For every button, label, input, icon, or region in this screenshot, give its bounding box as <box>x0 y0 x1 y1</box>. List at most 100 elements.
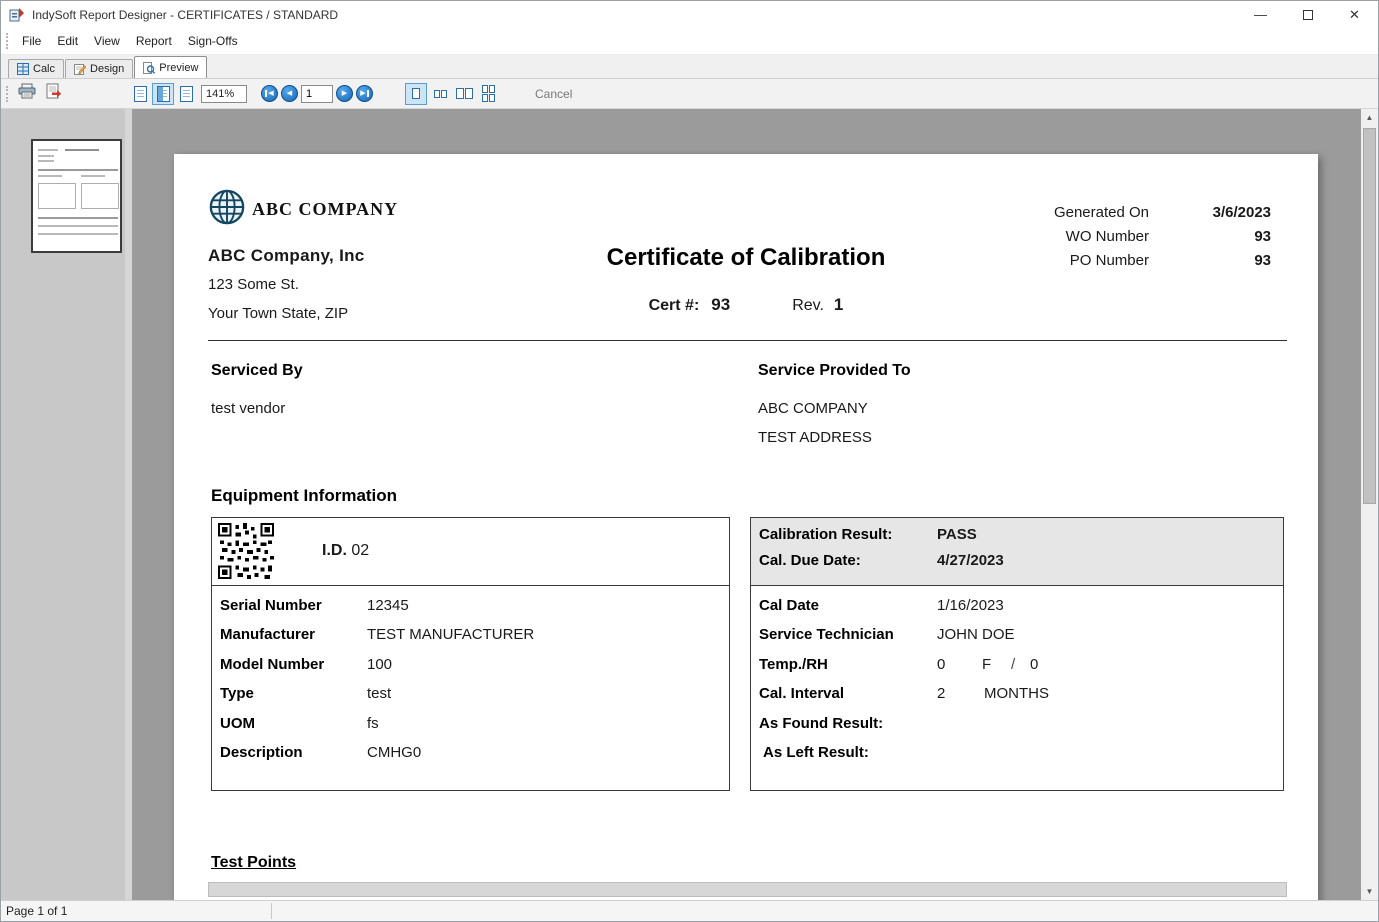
cal-interval-value: 2 <box>937 685 945 702</box>
rev-label: Rev. <box>792 297 824 315</box>
page-nav-group: ◀ ◀ ▶ ▶ <box>261 85 373 103</box>
temp-unit: F <box>982 656 991 673</box>
minimize-icon: — <box>1254 7 1267 22</box>
cal-interval-unit: MONTHS <box>984 685 1049 702</box>
page-layout-group <box>405 83 499 105</box>
menu-edit[interactable]: Edit <box>49 28 86 54</box>
first-page-button[interactable]: ◀ <box>261 85 278 102</box>
report-preview-canvas: ABC COMPANY ABC Company, Inc 123 Some St… <box>132 109 1361 900</box>
preview-magnifier-icon <box>143 62 155 74</box>
toolbar-grip <box>6 86 10 102</box>
cal-date-label: Cal Date <box>759 597 819 614</box>
last-page-button[interactable]: ▶ <box>356 85 373 102</box>
certificate-page: ABC COMPANY ABC Company, Inc 123 Some St… <box>174 154 1318 900</box>
scroll-up-icon: ▲ <box>1366 113 1374 122</box>
first-page-icon <box>265 90 267 97</box>
scroll-down-button[interactable]: ▼ <box>1361 883 1378 900</box>
close-button[interactable]: ✕ <box>1331 1 1378 28</box>
window-controls: — ✕ <box>1237 1 1378 28</box>
generated-on-label: Generated On <box>1054 204 1149 221</box>
menu-report[interactable]: Report <box>128 28 180 54</box>
page-number-input[interactable] <box>301 85 333 103</box>
cert-number-value: 93 <box>711 295 730 315</box>
multi-page-layout-button[interactable] <box>477 83 499 105</box>
tab-preview-label: Preview <box>159 62 198 74</box>
test-points-heading: Test Points <box>211 854 296 872</box>
tab-design[interactable]: Design <box>65 59 133 78</box>
tab-strip: Calc Design Preview <box>1 55 1378 79</box>
vertical-scrollbar[interactable]: ▲ ▼ <box>1361 109 1378 900</box>
calibration-box-header: Calibration Result: PASS Cal. Due Date: … <box>751 518 1283 586</box>
panel-splitter[interactable] <box>125 109 132 900</box>
previous-page-icon: ◀ <box>287 90 292 97</box>
scrollbar-thumb[interactable] <box>1363 128 1376 504</box>
preview-toolbar: 141% ◀ ◀ ▶ ▶ Cancel <box>1 79 1378 109</box>
last-page-icon <box>367 90 369 97</box>
export-button[interactable] <box>40 82 66 106</box>
service-provided-to-line2: TEST ADDRESS <box>758 429 872 446</box>
menu-file[interactable]: File <box>14 28 49 54</box>
table-row: Model Number 100 <box>212 653 729 682</box>
whole-page-icon <box>134 86 147 102</box>
temp-rh-separator: / <box>1011 656 1015 673</box>
cal-due-date-value: 4/27/2023 <box>937 552 1004 569</box>
single-page-layout-button[interactable] <box>405 83 427 105</box>
menu-view[interactable]: View <box>86 28 128 54</box>
header-divider <box>208 340 1287 341</box>
text-width-view-button[interactable] <box>175 83 197 105</box>
equipment-box-header: I.D. 02 <box>212 518 729 586</box>
equipment-rows: Serial Number 12345 Manufacturer TEST MA… <box>212 594 729 770</box>
company-address-line1: 123 Some St. <box>208 276 299 293</box>
as-found-result-label: As Found Result: <box>759 715 883 732</box>
rh-value: 0 <box>1030 656 1038 673</box>
serviced-by-value: test vendor <box>211 400 285 417</box>
table-row: Cal. Interval 2 MONTHS <box>751 682 1283 711</box>
titlebar: IndySoft Report Designer - CERTIFICATES … <box>1 1 1378 28</box>
table-row: Description CMHG0 <box>212 741 729 770</box>
zoom-level-field[interactable]: 141% <box>201 85 247 103</box>
statusbar-separator <box>271 903 272 919</box>
maximize-button[interactable] <box>1284 1 1331 28</box>
previous-page-button[interactable]: ◀ <box>281 85 298 102</box>
whole-page-view-button[interactable] <box>129 83 151 105</box>
minimize-button[interactable]: — <box>1237 1 1284 28</box>
serviced-by-label: Serviced By <box>211 362 303 380</box>
multi-page-icon <box>482 85 495 102</box>
rev-value: 1 <box>834 295 843 315</box>
tab-calc[interactable]: Calc <box>8 59 64 78</box>
print-button[interactable] <box>14 82 40 106</box>
window-title: IndySoft Report Designer - CERTIFICATES … <box>32 8 338 22</box>
menu-sign-offs[interactable]: Sign-Offs <box>180 28 246 54</box>
scroll-up-button[interactable]: ▲ <box>1361 109 1378 126</box>
logo-text: ABC COMPANY <box>252 199 398 220</box>
equipment-id: I.D. 02 <box>322 542 369 560</box>
calibration-result-value: PASS <box>937 526 977 543</box>
two-page-layout-button[interactable] <box>429 83 451 105</box>
equipment-information-heading: Equipment Information <box>211 486 397 506</box>
facing-page-layout-button[interactable] <box>453 83 475 105</box>
calibration-result-label: Calibration Result: <box>759 526 892 543</box>
next-page-button[interactable]: ▶ <box>336 85 353 102</box>
cal-interval-label: Cal. Interval <box>759 685 844 702</box>
printer-icon <box>18 83 36 104</box>
maximize-icon <box>1303 10 1313 20</box>
single-page-icon <box>412 88 420 99</box>
temp-value: 0 <box>937 656 945 673</box>
page-width-icon <box>157 86 170 102</box>
service-provided-to-label: Service Provided To <box>758 362 911 380</box>
calibration-info-box: Calibration Result: PASS Cal. Due Date: … <box>750 517 1284 791</box>
design-pencil-icon <box>74 63 86 75</box>
cert-number-line: Cert #: 93 Rev. 1 <box>174 295 1318 315</box>
page-thumbnail[interactable] <box>31 139 122 253</box>
tab-calc-label: Calc <box>33 63 55 75</box>
cancel-button[interactable]: Cancel <box>535 87 572 101</box>
menubar: File Edit View Report Sign-Offs <box>1 28 1378 55</box>
cal-date-value: 1/16/2023 <box>937 597 1004 614</box>
menubar-grip <box>6 33 10 49</box>
tab-preview[interactable]: Preview <box>134 56 207 78</box>
close-icon: ✕ <box>1349 7 1360 23</box>
service-technician-label: Service Technician <box>759 626 894 643</box>
page-width-view-button[interactable] <box>152 83 174 105</box>
generated-on-value: 3/6/2023 <box>1149 204 1271 221</box>
export-icon <box>45 83 62 104</box>
